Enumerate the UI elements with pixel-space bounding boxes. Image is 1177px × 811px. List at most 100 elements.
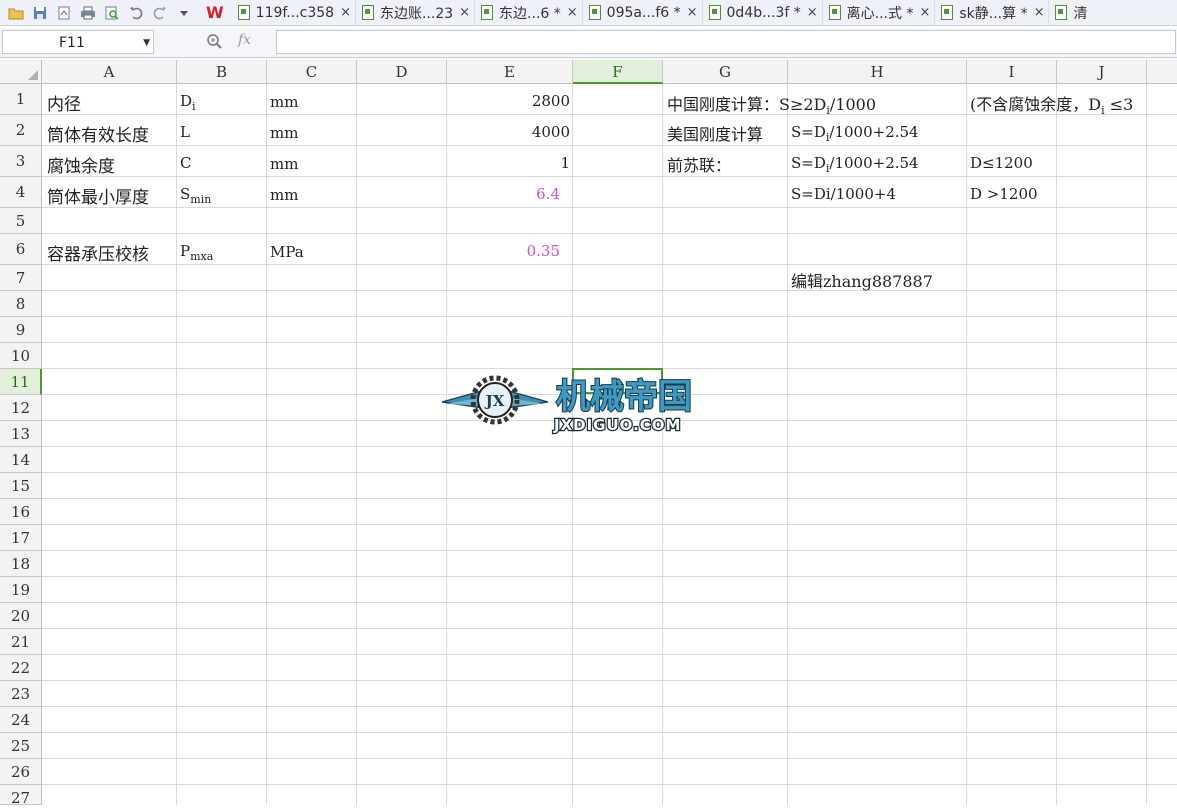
- row-header[interactable]: 7: [0, 265, 42, 291]
- close-tab-icon[interactable]: ×: [807, 5, 818, 20]
- customize-dropdown-icon[interactable]: [175, 4, 193, 22]
- cell-b1[interactable]: Di: [180, 92, 196, 113]
- close-tab-icon[interactable]: ×: [687, 5, 698, 20]
- row-header[interactable]: 2: [0, 115, 42, 146]
- doc-tab[interactable]: 离心...式 * ×: [823, 0, 936, 25]
- cell-e6[interactable]: 0.35: [450, 242, 560, 260]
- row-header[interactable]: 8: [0, 291, 42, 317]
- close-tab-icon[interactable]: ×: [919, 5, 930, 20]
- doc-tab[interactable]: 119f...c358 ×: [232, 0, 356, 25]
- column-header-c[interactable]: C: [267, 60, 357, 84]
- column-header-h[interactable]: H: [788, 60, 967, 84]
- column-header-b[interactable]: B: [177, 60, 267, 84]
- close-tab-icon[interactable]: ×: [1034, 5, 1045, 20]
- row-header[interactable]: 26: [0, 759, 42, 785]
- cell-b2[interactable]: L: [180, 123, 190, 141]
- gridline: [1056, 84, 1057, 805]
- cell-a2[interactable]: 筒体有效长度: [47, 121, 149, 146]
- cell-h2[interactable]: S=Di/1000+2.54: [791, 123, 919, 144]
- cell-c3[interactable]: mm: [270, 155, 298, 173]
- cell-e3[interactable]: 1: [450, 154, 570, 172]
- row-header[interactable]: 18: [0, 551, 42, 577]
- column-header-g[interactable]: G: [663, 60, 788, 84]
- row-header[interactable]: 16: [0, 499, 42, 525]
- doc-tab[interactable]: 0d4b...3f * ×: [703, 0, 823, 25]
- print-preview-icon[interactable]: [103, 4, 121, 22]
- cell-h3[interactable]: S=Di/1000+2.54: [791, 154, 919, 175]
- row-header[interactable]: 27: [0, 785, 42, 807]
- cell-i4[interactable]: D >1200: [970, 185, 1038, 203]
- row-header[interactable]: 1: [0, 84, 42, 115]
- cell-a6[interactable]: 容器承压校核: [47, 240, 149, 265]
- select-all-corner[interactable]: [0, 60, 42, 84]
- cell-i3[interactable]: D≤1200: [970, 154, 1033, 172]
- cell-g3[interactable]: 前苏联：: [667, 152, 731, 176]
- cell-a3[interactable]: 腐蚀余度: [47, 152, 115, 177]
- wps-logo[interactable]: W: [206, 3, 224, 22]
- sheet-file-icon: [361, 5, 374, 20]
- cell-a4[interactable]: 筒体最小厚度: [47, 183, 149, 208]
- cell-g2[interactable]: 美国刚度计算: [667, 121, 763, 145]
- doc-tab[interactable]: 东边...6 * ×: [475, 0, 583, 25]
- column-header-i[interactable]: I: [967, 60, 1057, 84]
- row-header[interactable]: 20: [0, 603, 42, 629]
- column-header-d[interactable]: D: [357, 60, 447, 84]
- row-header[interactable]: 15: [0, 473, 42, 499]
- insert-function-icon[interactable]: fx: [238, 32, 251, 48]
- export-pdf-icon[interactable]: [55, 4, 73, 22]
- row-header[interactable]: 19: [0, 577, 42, 603]
- close-tab-icon[interactable]: ×: [459, 5, 470, 20]
- column-header-e[interactable]: E: [447, 60, 573, 84]
- save-icon[interactable]: [31, 4, 49, 22]
- chevron-down-icon[interactable]: ▼: [143, 31, 150, 55]
- cell-c1[interactable]: mm: [270, 93, 298, 111]
- cell-c2[interactable]: mm: [270, 124, 298, 142]
- row-header[interactable]: 6: [0, 234, 42, 265]
- undo-icon[interactable]: [127, 4, 145, 22]
- doc-tab[interactable]: sk静...算 * ×: [935, 0, 1050, 25]
- row-header[interactable]: 24: [0, 707, 42, 733]
- cell-e4[interactable]: 6.4: [450, 185, 560, 203]
- row-header[interactable]: 5: [0, 208, 42, 234]
- cell-b3[interactable]: C: [180, 154, 191, 172]
- doc-tab[interactable]: 东边账...23 ×: [356, 0, 476, 25]
- formula-input[interactable]: [276, 30, 1176, 54]
- cell-a1[interactable]: 内径: [47, 90, 81, 115]
- cell-h4[interactable]: S=Di/1000+4: [791, 185, 896, 203]
- cell-b6[interactable]: Pmxa: [180, 242, 213, 263]
- row-header[interactable]: 10: [0, 343, 42, 369]
- name-box[interactable]: F11 ▼: [2, 30, 154, 54]
- row-header[interactable]: 13: [0, 421, 42, 447]
- row-header[interactable]: 22: [0, 655, 42, 681]
- row-header[interactable]: 21: [0, 629, 42, 655]
- close-tab-icon[interactable]: ×: [340, 5, 351, 20]
- cell-i1[interactable]: (不含腐蚀余度，Di ≤3: [970, 91, 1133, 117]
- open-folder-icon[interactable]: [7, 4, 25, 22]
- doc-tab[interactable]: 清: [1049, 0, 1091, 25]
- row-header[interactable]: 11: [0, 369, 42, 395]
- column-header-j[interactable]: J: [1057, 60, 1147, 84]
- redo-icon[interactable]: [151, 4, 169, 22]
- row-header[interactable]: 17: [0, 525, 42, 551]
- cell-e1[interactable]: 2800: [450, 92, 570, 110]
- column-header-f[interactable]: F: [573, 60, 663, 84]
- column-header-a[interactable]: A: [42, 60, 177, 84]
- cell-c6[interactable]: MPa: [270, 243, 304, 261]
- row-header[interactable]: 23: [0, 681, 42, 707]
- row-header[interactable]: 3: [0, 146, 42, 177]
- cell-c4[interactable]: mm: [270, 186, 298, 204]
- row-header[interactable]: 4: [0, 177, 42, 208]
- zoom-icon[interactable]: [206, 33, 222, 53]
- cell-g1[interactable]: 中国刚度计算：S≥2Di/1000: [667, 91, 876, 117]
- row-header[interactable]: 12: [0, 395, 42, 421]
- cell-b4[interactable]: Smin: [180, 185, 211, 206]
- close-tab-icon[interactable]: ×: [567, 5, 578, 20]
- print-icon[interactable]: [79, 4, 97, 22]
- cell-h7[interactable]: 编辑zhang887887: [791, 268, 933, 292]
- column-header-k[interactable]: [1147, 60, 1177, 84]
- row-header[interactable]: 14: [0, 447, 42, 473]
- cell-e2[interactable]: 4000: [450, 123, 570, 141]
- row-header[interactable]: 9: [0, 317, 42, 343]
- row-header[interactable]: 25: [0, 733, 42, 759]
- doc-tab[interactable]: 095a...f6 * ×: [583, 0, 703, 25]
